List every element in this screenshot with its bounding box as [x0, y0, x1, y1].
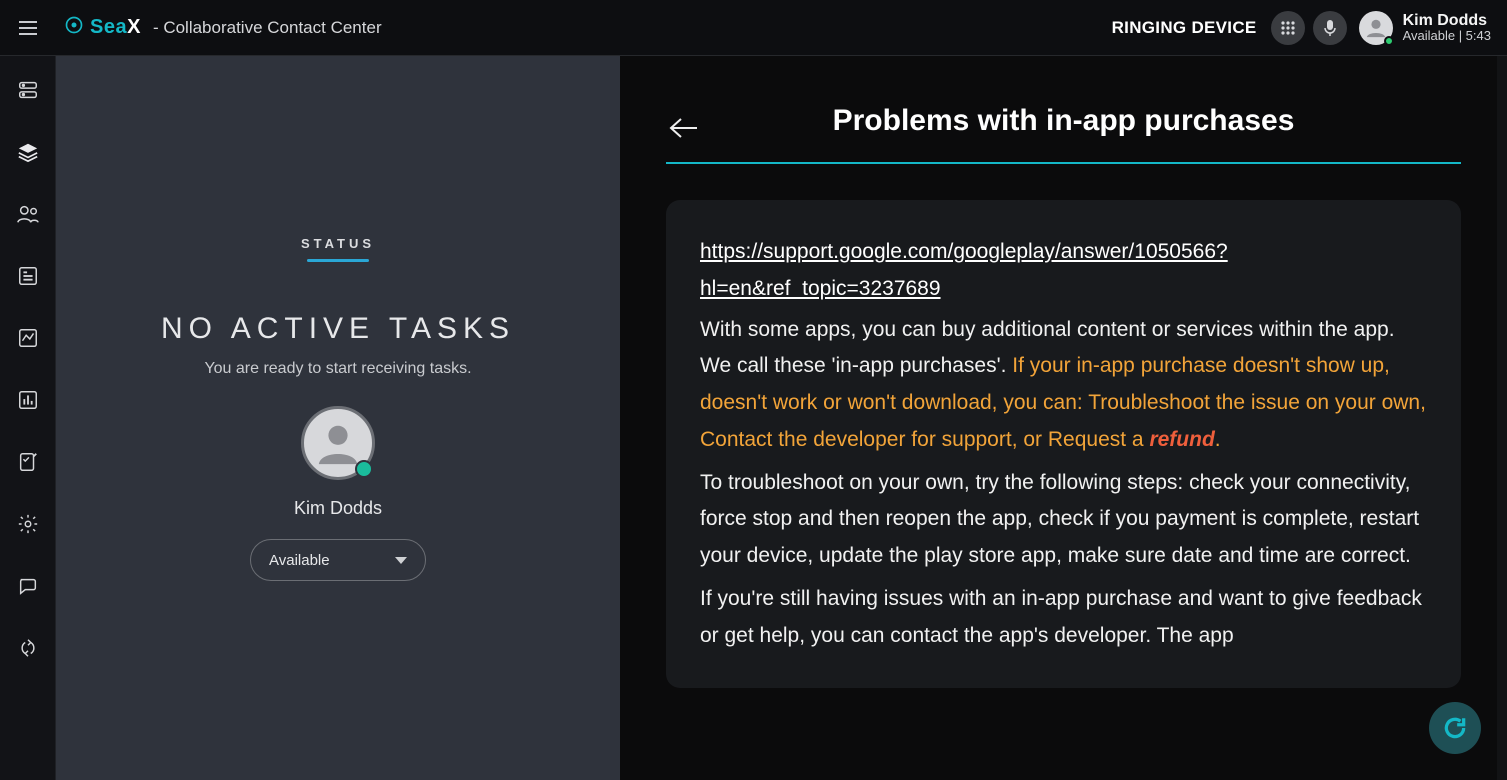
dialpad-button[interactable] [1271, 11, 1305, 45]
sidebar [0, 56, 56, 780]
sidebar-item-chart[interactable] [8, 318, 48, 358]
brand-icon [64, 15, 84, 40]
brand-subtitle: - Collaborative Contact Center [153, 18, 382, 38]
brand-text-sea: Sea [90, 16, 127, 38]
kb-highlight-refund: refund [1149, 428, 1214, 451]
kb-source-link[interactable]: https://support.google.com/googleplay/an… [700, 240, 1228, 300]
sidebar-item-layers[interactable] [8, 132, 48, 172]
presence-indicator [1384, 36, 1394, 46]
sidebar-item-server[interactable] [8, 70, 48, 110]
no-active-tasks-heading: NO ACTIVE TASKS [161, 312, 515, 346]
user-name: Kim Dodds [1403, 12, 1487, 30]
ready-text: You are ready to start receiving tasks. [204, 360, 471, 378]
back-button[interactable] [666, 110, 702, 146]
sidebar-item-sync[interactable] [8, 628, 48, 668]
agent-name: Kim Dodds [294, 498, 382, 519]
microphone-button[interactable] [1313, 11, 1347, 45]
sidebar-item-settings[interactable] [8, 504, 48, 544]
app-header: SeaX - Collaborative Contact Center RING… [0, 0, 1507, 56]
agent-avatar [301, 406, 375, 480]
kb-highlight-period: . [1215, 428, 1221, 451]
ringing-device-label: RINGING DEVICE [1112, 18, 1257, 38]
status-label: STATUS [301, 236, 375, 251]
user-avatar[interactable] [1359, 11, 1393, 45]
brand-text-x: X [127, 16, 141, 38]
refresh-button[interactable] [1429, 702, 1481, 754]
kb-paragraph-2: To troubleshoot on your own, try the fol… [700, 465, 1427, 575]
sidebar-item-chat[interactable] [8, 566, 48, 606]
user-block[interactable]: Kim Dodds Available | 5:43 [1403, 12, 1491, 44]
sidebar-item-contacts[interactable] [8, 194, 48, 234]
sidebar-item-form[interactable] [8, 256, 48, 296]
knowledge-panel: Problems with in-app purchases https://s… [620, 56, 1507, 780]
status-select-value: Available [269, 552, 330, 569]
status-select[interactable]: Available [250, 539, 426, 581]
kb-paragraph-3: If you're still having issues with an in… [700, 581, 1427, 655]
user-status: Available | 5:43 [1403, 29, 1491, 43]
status-underline [307, 259, 369, 262]
sidebar-item-checklist[interactable] [8, 442, 48, 482]
kb-article-title: Problems with in-app purchases [666, 104, 1461, 138]
chevron-down-icon [395, 557, 407, 564]
agent-presence-indicator [355, 460, 373, 478]
kb-article-card: https://support.google.com/googleplay/an… [666, 200, 1461, 688]
scrollbar[interactable] [1497, 56, 1507, 780]
agent-status-panel: STATUS NO ACTIVE TASKS You are ready to … [56, 56, 620, 780]
menu-button[interactable] [0, 0, 56, 56]
sidebar-item-analytics[interactable] [8, 380, 48, 420]
brand: SeaX - Collaborative Contact Center [64, 15, 382, 40]
